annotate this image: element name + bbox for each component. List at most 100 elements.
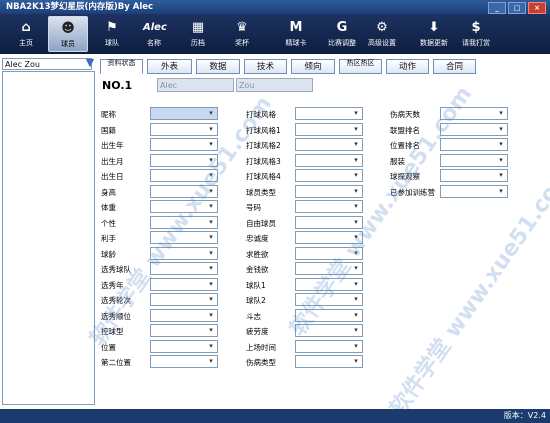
- player-list[interactable]: [2, 71, 95, 405]
- field-label: 斗志: [246, 311, 261, 321]
- toolbar-button-5[interactable]: ♛ 奖杯: [222, 16, 262, 52]
- field-dropdown[interactable]: ▾: [150, 355, 218, 368]
- main-toolbar: ⌂ 主页 ☻ 球员 ⚑ 球队 Alec 名称 ▦ 历档 ♛ 奖杯 M 精球卡 G 比赛调整 ⚙ 高级设置 ⬇ 数据更新…: [0, 14, 550, 54]
- chevron-down-icon[interactable]: ▾: [207, 280, 215, 289]
- toolbar-button-10[interactable]: $ 请我打赏: [456, 16, 496, 52]
- player-number-label: NO.1: [102, 79, 133, 92]
- last-name-field[interactable]: Zou: [236, 78, 313, 92]
- card-icon: M: [289, 20, 303, 35]
- status-bar: 版本：V2.4: [0, 409, 550, 423]
- title-bar: NBA2K13梦幻星辰(内存版)By Alec _ □ ×: [0, 0, 550, 14]
- field-dropdown[interactable]: ▾: [295, 169, 363, 182]
- field-dropdown[interactable]: ▾: [440, 184, 508, 198]
- chevron-down-icon[interactable]: ▾: [497, 140, 505, 149]
- toolbar-button-0[interactable]: ⌂ 主页: [6, 16, 46, 52]
- field-dropdown[interactable]: ▾: [295, 184, 363, 198]
- toolbar-button-6[interactable]: M 精球卡: [276, 16, 316, 52]
- filter-icon[interactable]: ▼: [84, 57, 96, 69]
- chevron-down-icon[interactable]: ▾: [207, 249, 215, 258]
- toolbar-button-4[interactable]: ▦ 历档: [178, 16, 218, 52]
- field-label: 国籍: [101, 125, 116, 135]
- chevron-down-icon[interactable]: ▾: [352, 109, 360, 118]
- field-dropdown[interactable]: ▾: [295, 107, 363, 120]
- home-icon: ⌂: [21, 20, 31, 35]
- toolbar-button-3[interactable]: Alec 名称: [134, 16, 174, 52]
- chevron-down-icon[interactable]: ▾: [352, 280, 360, 289]
- chevron-down-icon[interactable]: ▾: [497, 156, 505, 165]
- player-search-input[interactable]: Alec Zou: [2, 58, 92, 70]
- tab-7[interactable]: 合同: [433, 59, 476, 74]
- field-dropdown[interactable]: ▾: [295, 138, 363, 151]
- chevron-down-icon[interactable]: ▾: [207, 125, 215, 134]
- window-title: NBA2K13梦幻星辰(内存版)By Alec: [6, 2, 154, 12]
- toolbar-button-8[interactable]: ⚙ 高级设置: [362, 16, 402, 52]
- tab-2[interactable]: 数据: [196, 59, 240, 74]
- field-label: 伤病天数: [390, 110, 420, 119]
- field-label: 自由球员: [246, 218, 276, 228]
- chevron-down-icon[interactable]: ▾: [352, 326, 360, 335]
- first-name-field[interactable]: Alec: [157, 78, 234, 92]
- chevron-down-icon[interactable]: ▾: [352, 342, 360, 351]
- chevron-down-icon[interactable]: ▾: [497, 125, 505, 134]
- field-dropdown[interactable]: ▾: [295, 153, 363, 167]
- tab-0[interactable]: 资料状态: [100, 59, 143, 74]
- chevron-down-icon[interactable]: ▾: [352, 295, 360, 304]
- field-label: 金钱欲: [246, 265, 269, 274]
- field-dropdown[interactable]: ▾: [150, 107, 218, 120]
- chevron-down-icon[interactable]: ▾: [207, 218, 215, 227]
- player-icon: ☻: [61, 21, 75, 36]
- chevron-down-icon[interactable]: ▾: [497, 187, 505, 196]
- chevron-down-icon[interactable]: ▾: [207, 311, 215, 320]
- maximize-button[interactable]: □: [508, 2, 526, 14]
- chevron-down-icon[interactable]: ▾: [352, 171, 360, 180]
- toolbar-label: 奖杯: [235, 39, 249, 47]
- chevron-down-icon[interactable]: ▾: [207, 326, 215, 335]
- chevron-down-icon[interactable]: ▾: [497, 171, 505, 180]
- chevron-down-icon[interactable]: ▾: [207, 342, 215, 351]
- field-dropdown[interactable]: ▾: [440, 138, 508, 151]
- field-dropdown[interactable]: ▾: [150, 122, 218, 136]
- chevron-down-icon[interactable]: ▾: [207, 295, 215, 304]
- chevron-down-icon[interactable]: ▾: [352, 187, 360, 196]
- toolbar-button-1[interactable]: ☻ 球员: [48, 16, 88, 52]
- field-dropdown[interactable]: ▾: [150, 277, 218, 291]
- chevron-down-icon[interactable]: ▾: [352, 125, 360, 134]
- field-dropdown[interactable]: ▾: [295, 355, 363, 368]
- chevron-down-icon[interactable]: ▾: [352, 140, 360, 149]
- field-dropdown[interactable]: ▾: [295, 122, 363, 136]
- field-dropdown[interactable]: ▾: [150, 324, 218, 337]
- team-icon: ⚑: [106, 20, 118, 35]
- field-label: 打球风格4: [246, 172, 281, 181]
- field-label: 出生月: [101, 156, 124, 166]
- chevron-down-icon[interactable]: ▾: [352, 156, 360, 165]
- field-dropdown[interactable]: ▾: [295, 339, 363, 353]
- chevron-down-icon[interactable]: ▾: [207, 264, 215, 273]
- field-dropdown[interactable]: ▾: [150, 339, 218, 353]
- calendar-icon: ▦: [191, 20, 205, 35]
- tab-1[interactable]: 外表: [147, 59, 192, 74]
- field-label: 伤病类型: [246, 358, 276, 367]
- tab-6[interactable]: 动作: [386, 59, 429, 74]
- field-dropdown[interactable]: ▾: [295, 200, 363, 213]
- field-label: 球员类型: [246, 187, 276, 197]
- dollar-icon: $: [471, 20, 481, 35]
- minimize-button[interactable]: _: [488, 2, 506, 14]
- gatorade-icon: G: [336, 20, 348, 35]
- chevron-down-icon[interactable]: ▾: [207, 109, 215, 118]
- field-dropdown[interactable]: ▾: [440, 153, 508, 167]
- field-dropdown[interactable]: ▾: [150, 308, 218, 322]
- close-button[interactable]: ×: [528, 2, 546, 14]
- chevron-down-icon[interactable]: ▾: [207, 233, 215, 242]
- tab-3[interactable]: 技术: [244, 59, 287, 74]
- field-dropdown[interactable]: ▾: [150, 293, 218, 306]
- field-label: 上场时间: [246, 342, 276, 352]
- chevron-down-icon[interactable]: ▾: [352, 311, 360, 320]
- field-label: 出生年: [101, 141, 124, 150]
- chevron-down-icon[interactable]: ▾: [207, 357, 215, 366]
- chevron-down-icon[interactable]: ▾: [497, 109, 505, 118]
- download-icon: ⬇: [428, 20, 440, 35]
- field-dropdown[interactable]: ▾: [440, 169, 508, 182]
- tab-4[interactable]: 倾向: [291, 59, 335, 74]
- chevron-down-icon[interactable]: ▾: [352, 357, 360, 366]
- tab-5[interactable]: 热区热区: [339, 59, 382, 74]
